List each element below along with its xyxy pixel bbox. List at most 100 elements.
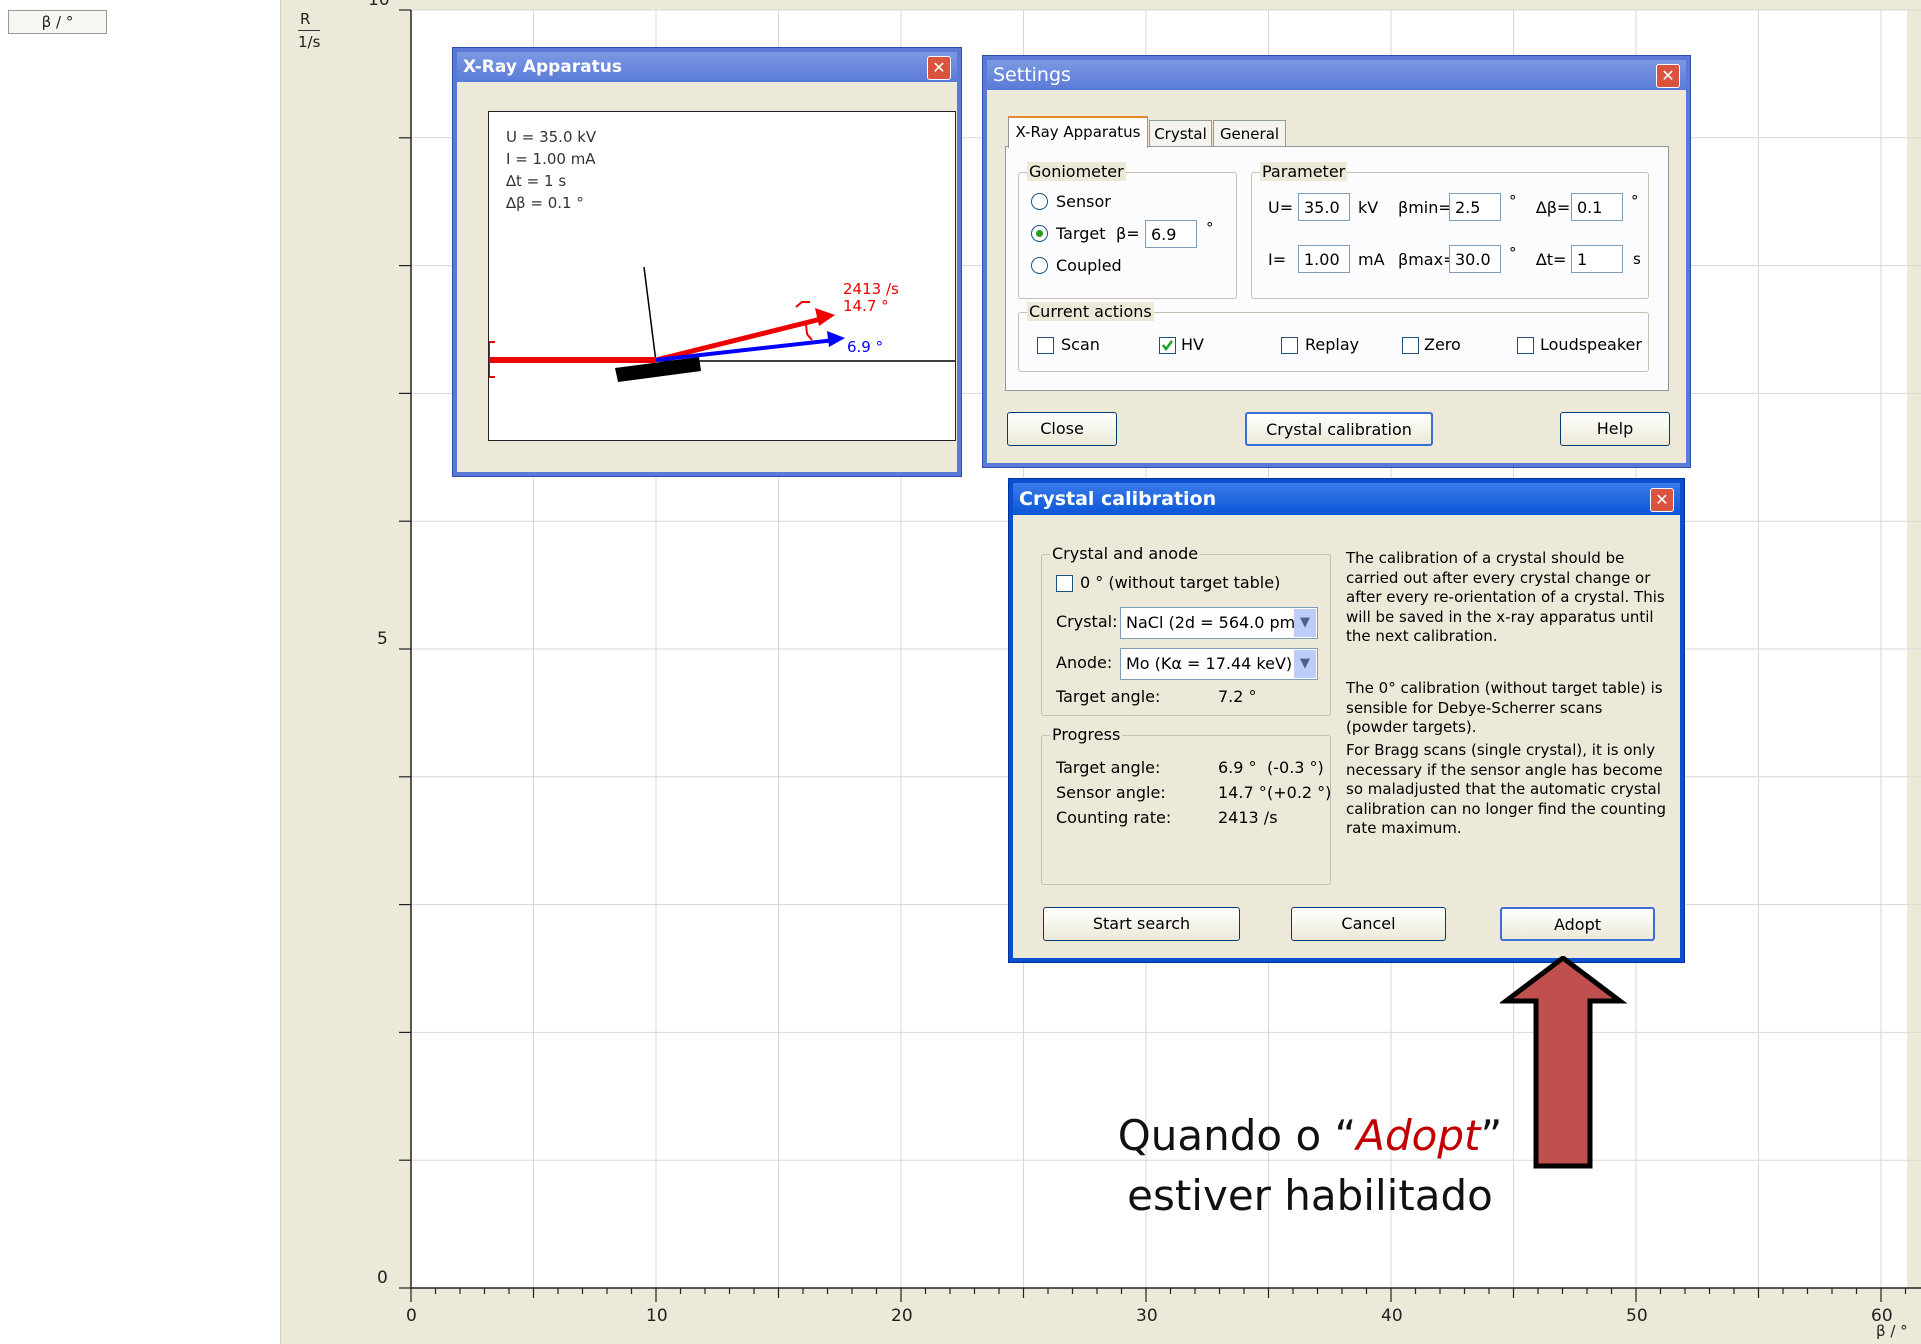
tab-general[interactable]: General (1213, 120, 1286, 147)
close-icon[interactable]: ✕ (1650, 488, 1674, 512)
crystal-calibration-window: Crystal calibration ✕ Crystal and anode … (1009, 479, 1684, 962)
progress-sensor-value: 14.7 ° (1218, 783, 1267, 802)
current-label: I= (1268, 250, 1287, 269)
zero-calibration-label: 0 ° (without target table) (1080, 573, 1281, 592)
progress-rate-value: 2413 /s (1218, 808, 1278, 827)
x-tick-label: 20 (891, 1306, 913, 1326)
crystal-label: Crystal: (1056, 612, 1118, 631)
target-angle-label: Target angle: (1056, 687, 1161, 706)
x-tick-label: 50 (1626, 1306, 1648, 1326)
counting-rate-label: 2413 /s (843, 280, 899, 298)
loudspeaker-label: Loudspeaker (1540, 335, 1642, 354)
beta-label: β= (1116, 224, 1140, 243)
current-input[interactable]: 1.00 (1298, 245, 1350, 273)
info-paragraph-3: For Bragg scans (single crystal), it is … (1346, 741, 1667, 838)
radio-sensor[interactable] (1031, 193, 1048, 210)
scan-label: Scan (1061, 335, 1100, 354)
settings-window-title[interactable]: Settings ✕ (987, 60, 1686, 90)
zero-label: Zero (1424, 335, 1461, 354)
close-icon[interactable]: ✕ (927, 56, 951, 80)
delta-t-unit: s (1633, 250, 1641, 268)
delta-t-label: ∆t= (1536, 250, 1567, 269)
zero-checkbox[interactable] (1402, 337, 1419, 354)
chevron-down-icon[interactable]: ▼ (1294, 609, 1316, 637)
adopt-button[interactable]: Adopt (1500, 907, 1655, 941)
delta-t-input[interactable]: 1 (1571, 245, 1623, 273)
replay-label: Replay (1305, 335, 1360, 354)
beta-max-unit: ° (1509, 244, 1517, 262)
y-tick-label: 5 (377, 629, 388, 649)
voltage-unit: kV (1358, 198, 1379, 217)
zero-calibration-checkbox[interactable] (1056, 575, 1073, 592)
annotation-caption: Quando o “Adopt” estiver habilitado (1100, 1106, 1520, 1226)
radio-label-sensor: Sensor (1056, 192, 1111, 211)
beta-min-label: βmin= (1398, 198, 1452, 217)
radio-target[interactable] (1031, 225, 1048, 242)
y-tick-label: 0 (377, 1268, 388, 1288)
info-paragraph-1: The calibration of a crystal should be c… (1346, 549, 1665, 646)
xray-apparatus-window: X-Ray Apparatus ✕ U = 35.0 kV I = 1.00 m… (453, 48, 961, 476)
progress-rate-label: Counting rate: (1056, 808, 1172, 827)
close-button[interactable]: Close (1007, 412, 1117, 446)
close-icon[interactable]: ✕ (1656, 64, 1680, 88)
goniometer-group: Goniometer Sensor Target β= 6.9 ° Couple… (1018, 162, 1237, 299)
progress-target-value: 6.9 ° (1218, 758, 1257, 777)
start-search-button[interactable]: Start search (1043, 907, 1240, 941)
voltage-input[interactable]: 35.0 (1298, 193, 1350, 221)
anode-select[interactable]: Mo (Kα = 17.44 keV) ▼ (1120, 648, 1318, 680)
beta-max-label: βmax= (1398, 250, 1457, 269)
radio-coupled[interactable] (1031, 257, 1048, 274)
loudspeaker-checkbox[interactable] (1517, 337, 1534, 354)
scan-checkbox[interactable] (1037, 337, 1054, 354)
crystal-calibration-button[interactable]: Crystal calibration (1245, 412, 1433, 446)
chevron-down-icon[interactable]: ▼ (1294, 650, 1316, 678)
delta-beta-input[interactable]: 0.1 (1571, 193, 1623, 221)
x-tick-label: 0 (406, 1306, 417, 1326)
annotation-line-2: estiver habilitado (1127, 1171, 1493, 1220)
table-column-header[interactable]: β / ° (8, 10, 107, 34)
hv-checkbox[interactable] (1159, 337, 1176, 354)
parameter-group: Parameter U= 35.0 kV βmin= 2.5 ° ∆β= 0.1… (1251, 162, 1649, 299)
delta-beta-label: ∆β= (1536, 198, 1571, 217)
y-tick-label: 10 (368, 0, 390, 10)
x-tick-label: 60 (1871, 1306, 1893, 1326)
current-unit: mA (1358, 250, 1385, 269)
progress-target-delta: (-0.3 °) (1267, 758, 1324, 777)
beta-min-unit: ° (1509, 192, 1517, 210)
anode-label: Anode: (1056, 653, 1113, 672)
settings-window: Settings ✕ X-Ray Apparatus Crystal Gener… (983, 56, 1690, 467)
info-paragraph-2: The 0° calibration (without target table… (1346, 679, 1663, 737)
progress-sensor-label: Sensor angle: (1056, 783, 1166, 802)
annotation-line-1: Quando o “Adopt” (1117, 1111, 1503, 1160)
progress-sensor-delta: (+0.2 °) (1267, 783, 1332, 802)
radio-label-coupled: Coupled (1056, 256, 1122, 275)
current-actions-group: Current actions Scan HV Replay Zero Loud… (1018, 302, 1649, 372)
cancel-button[interactable]: Cancel (1291, 907, 1446, 941)
beta-input[interactable]: 6.9 (1145, 220, 1197, 248)
tab-xray-apparatus[interactable]: X-Ray Apparatus (1008, 116, 1148, 148)
beta-unit: ° (1206, 219, 1214, 237)
replay-checkbox[interactable] (1281, 337, 1298, 354)
x-tick-label: 40 (1381, 1306, 1403, 1326)
calibration-window-title[interactable]: Crystal calibration ✕ (1013, 483, 1680, 515)
beta-min-input[interactable]: 2.5 (1449, 193, 1501, 221)
x-tick-label: 10 (646, 1306, 668, 1326)
voltage-label: U= (1268, 198, 1294, 217)
progress-group: Progress Target angle: 6.9 ° (-0.3 °) Se… (1041, 725, 1332, 885)
delta-beta-unit: ° (1631, 192, 1639, 210)
progress-target-label: Target angle: (1056, 758, 1161, 777)
crystal-select[interactable]: NaCl (2d = 564.0 pm) ▼ (1120, 607, 1318, 639)
tab-panel: Goniometer Sensor Target β= 6.9 ° Couple… (1005, 146, 1669, 391)
help-button[interactable]: Help (1560, 412, 1670, 446)
beta-max-input[interactable]: 30.0 (1449, 245, 1501, 273)
sensor-angle-label: 14.7 ° (843, 297, 889, 315)
hv-label: HV (1181, 335, 1204, 354)
x-tick-label: 30 (1136, 1306, 1158, 1326)
y-unit-label: R 1/s (298, 10, 321, 51)
tab-crystal[interactable]: Crystal (1149, 120, 1212, 147)
target-angle-label: 6.9 ° (847, 338, 884, 356)
measurement-table: β / ° (0, 0, 281, 1344)
target-angle-value: 7.2 ° (1218, 687, 1257, 706)
crystal-anode-group: Crystal and anode 0 ° (without target ta… (1041, 544, 1331, 716)
xray-window-title[interactable]: X-Ray Apparatus ✕ (457, 52, 957, 82)
